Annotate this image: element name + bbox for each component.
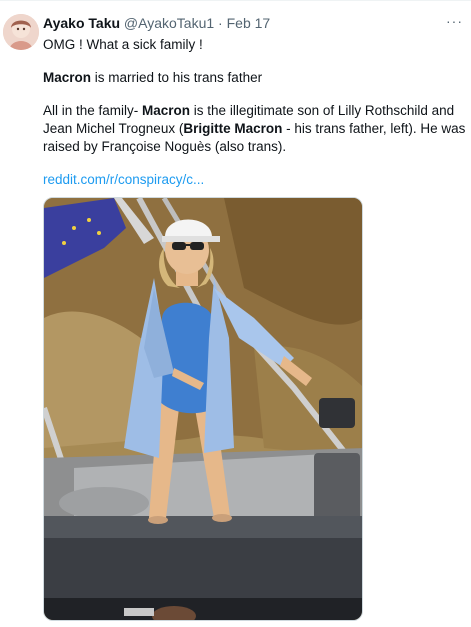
bold-macron: Macron: [43, 70, 92, 85]
photo-image: [44, 198, 362, 620]
avatar-image: [3, 14, 39, 50]
avatar[interactable]: [3, 14, 39, 50]
bold-brigitte-macron: Brigitte Macron: [183, 121, 283, 136]
tweet-photo[interactable]: [43, 197, 363, 621]
author-name[interactable]: Ayako Taku: [43, 15, 120, 31]
author-handle[interactable]: @AyakoTaku1: [124, 15, 214, 31]
tweet-header: Ayako Taku @AyakoTaku1 · Feb 17: [43, 14, 270, 32]
tweet[interactable]: Ayako Taku @AyakoTaku1 · Feb 17 ··· OMG …: [0, 0, 471, 627]
separator-dot: ·: [218, 15, 223, 31]
bold-macron: Macron: [142, 103, 191, 118]
tweet-line-1: OMG ! What a sick family !: [43, 37, 203, 52]
tweet-paragraph-3: All in the family- Macron is the illegit…: [43, 102, 469, 156]
more-horizontal-icon[interactable]: ···: [446, 13, 463, 29]
paragraph-2-text: is married to his trans father: [91, 70, 263, 85]
external-link[interactable]: reddit.com/r/conspiracy/c...: [43, 171, 204, 189]
tweet-text: OMG ! What a sick family ! Macron is mar…: [43, 36, 469, 189]
tweet-paragraph-2: Macron is married to his trans father: [43, 69, 469, 87]
paragraph-3-a: All in the family-: [43, 103, 143, 118]
tweet-date[interactable]: Feb 17: [227, 15, 271, 31]
